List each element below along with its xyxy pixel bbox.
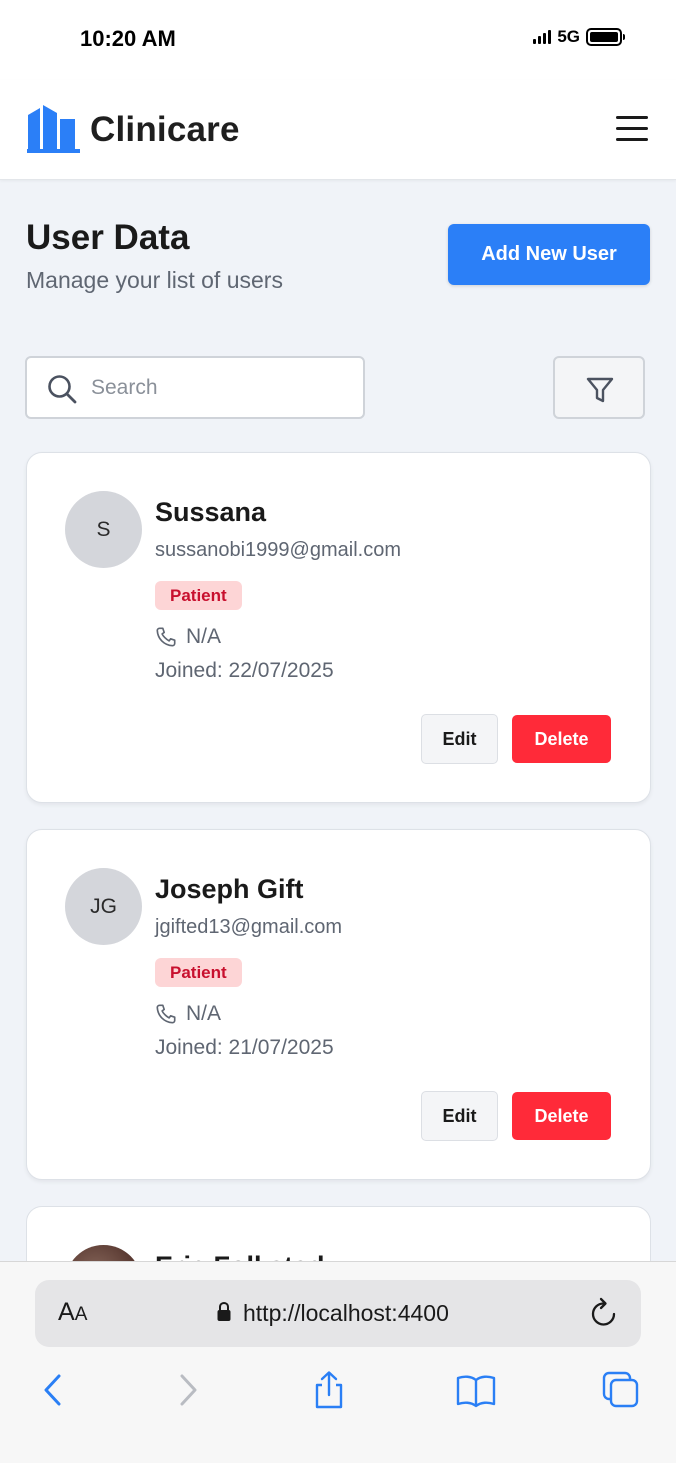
reload-icon[interactable] [589, 1297, 619, 1329]
phone-number: N/A [186, 625, 222, 648]
network-label: 5G [557, 27, 580, 46]
joined-date: Joined: 22/07/2025 [155, 659, 334, 682]
url-text: http://localhost:4400 [243, 1300, 449, 1326]
status-time: 10:20 AM [80, 26, 176, 51]
phone-icon [156, 1004, 176, 1024]
role-badge: Patient [155, 958, 242, 987]
search-icon [48, 375, 77, 404]
user-name: Joseph Gift [155, 874, 304, 904]
role-badge: Patient [155, 581, 242, 610]
filter-button[interactable] [553, 356, 645, 419]
status-bar: 10:20 AM 5G [0, 0, 676, 80]
avatar: JG [65, 868, 142, 945]
user-card: JG Joseph Gift jgifted13@gmail.com Patie… [26, 829, 651, 1180]
user-email: jgifted13@gmail.com [155, 916, 343, 938]
bookmarks-icon[interactable] [456, 1370, 496, 1410]
delete-button[interactable]: Delete [512, 715, 611, 763]
building-icon [27, 105, 80, 153]
status-indicators: 5G [533, 27, 625, 47]
add-new-user-button[interactable]: Add New User [448, 224, 650, 285]
user-card: S Sussana sussanobi1999@gmail.com Patien… [26, 452, 651, 803]
text-size-label-small: A [74, 1304, 88, 1325]
edit-button[interactable]: Edit [421, 714, 498, 764]
signal-icon [533, 30, 552, 44]
phone-row: N/A [155, 1002, 221, 1026]
phone-row: N/A [155, 625, 221, 649]
text-size-button[interactable]: AA [58, 1298, 87, 1327]
phone-number: N/A [186, 1002, 222, 1025]
lock-icon [217, 1301, 231, 1321]
back-icon[interactable] [34, 1370, 74, 1410]
edit-button[interactable]: Edit [421, 1091, 498, 1141]
phone-icon [156, 627, 176, 647]
avatar: S [65, 491, 142, 568]
delete-button[interactable]: Delete [512, 1092, 611, 1140]
search-box [25, 356, 365, 419]
forward-icon[interactable] [167, 1370, 207, 1410]
text-size-label-large: A [58, 1298, 75, 1326]
search-input[interactable] [91, 372, 351, 404]
battery-icon [586, 28, 625, 46]
address-bar[interactable]: AA http://localhost:4400 [35, 1280, 641, 1347]
page-subtitle: Manage your list of users [26, 267, 283, 293]
tabs-icon[interactable] [601, 1370, 641, 1410]
filter-icon [586, 377, 614, 403]
app-header: Clinicare [0, 80, 676, 180]
user-name: Sussana [155, 497, 267, 527]
browser-toolbar: AA http://localhost:4400 [0, 1261, 676, 1463]
brand-name: Clinicare [90, 110, 240, 149]
page-title: User Data [26, 218, 190, 257]
joined-date: Joined: 21/07/2025 [155, 1036, 334, 1059]
user-email: sussanobi1999@gmail.com [155, 539, 401, 561]
share-icon[interactable] [309, 1370, 349, 1410]
hamburger-menu-icon[interactable] [616, 116, 648, 142]
